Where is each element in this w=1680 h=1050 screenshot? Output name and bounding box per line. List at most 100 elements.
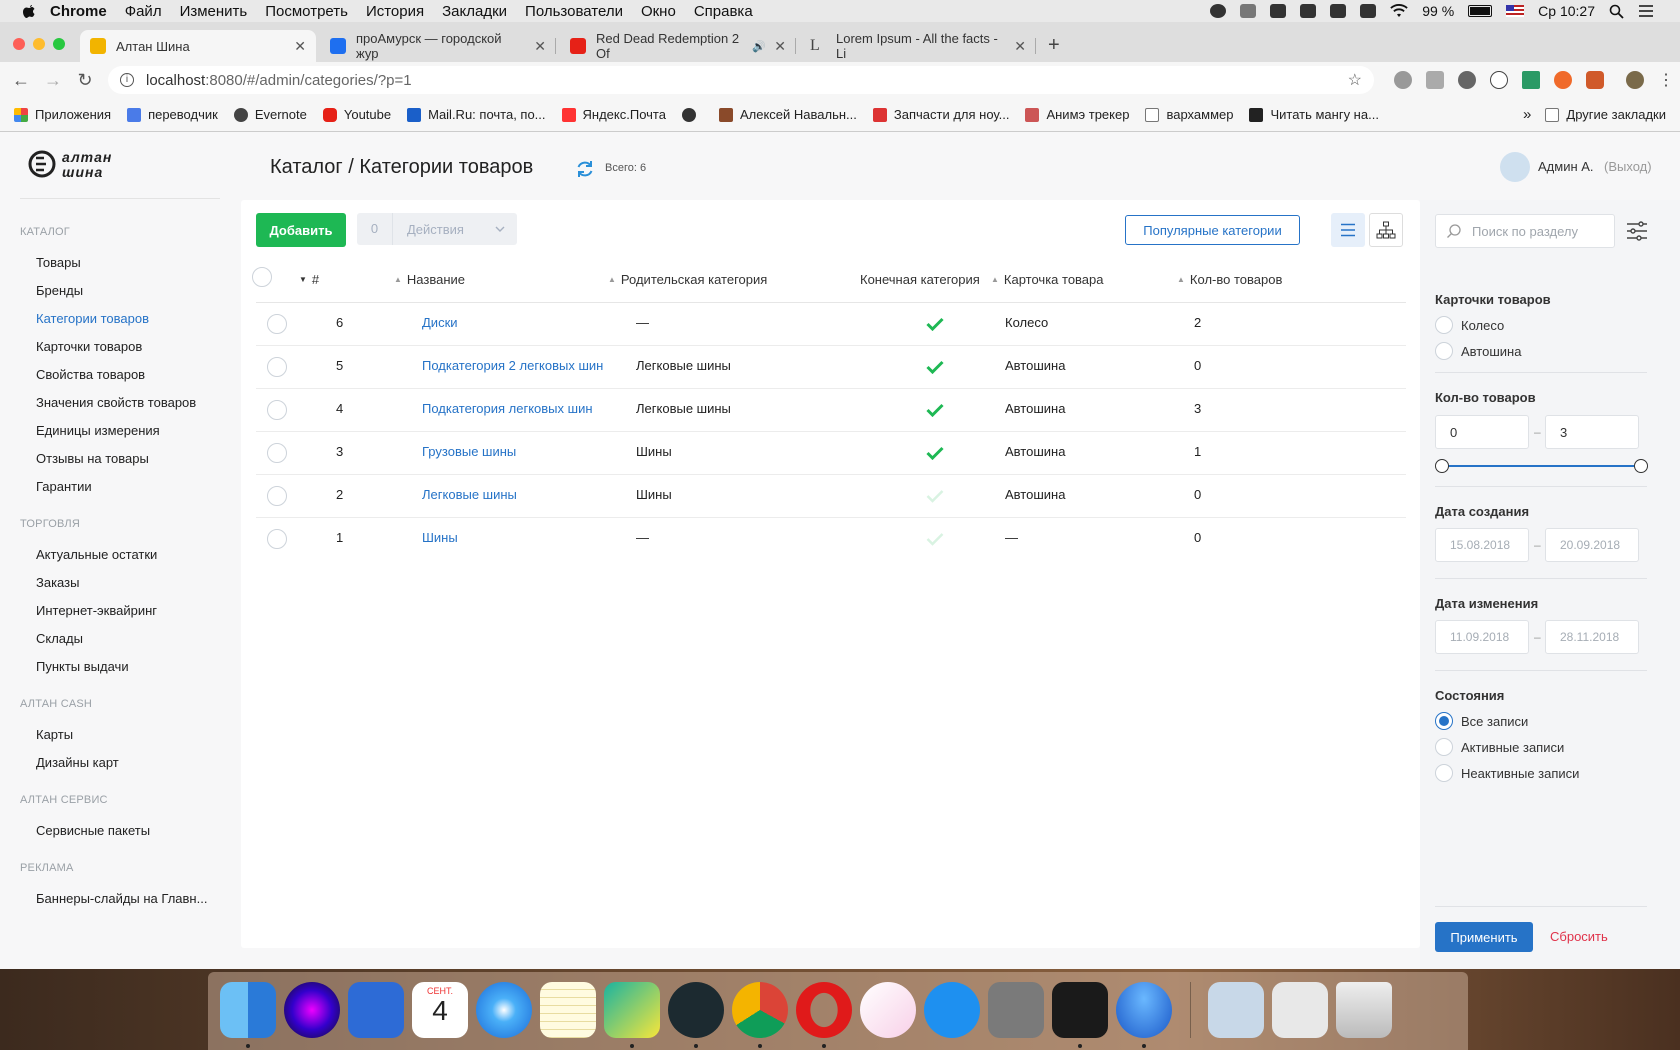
modified-to-input[interactable]: 28.11.2018 [1545,620,1639,654]
column-header-card[interactable]: ▲ Карточка товара [991,272,1104,287]
menu-history[interactable]: История [366,3,424,20]
menu-edit[interactable]: Изменить [180,3,248,20]
window-minimize-button[interactable] [33,38,45,50]
close-icon[interactable]: ✕ [526,38,546,55]
sidebar-item-acquiring[interactable]: Интернет-эквайринг [36,603,157,618]
row-checkbox[interactable] [267,400,287,420]
profile-avatar-icon[interactable] [1626,71,1644,89]
fox-extension-icon[interactable] [1586,71,1604,89]
sidebar-item-reviews[interactable]: Отзывы на товары [36,451,149,466]
menu-bookmarks[interactable]: Закладки [442,3,507,20]
list-view-button[interactable] [1331,213,1365,247]
apple-icon[interactable] [20,3,38,19]
bookmark-star-icon[interactable]: ☆ [1348,70,1362,90]
sidebar-item-warehouses[interactable]: Склады [36,631,83,646]
created-from-input[interactable]: 15.08.2018 [1435,528,1529,562]
bookmark-manga[interactable]: Читать мангу на... [1249,107,1379,122]
filter-settings-icon[interactable] [1626,221,1648,241]
chrome-icon[interactable] [732,982,788,1038]
column-header-parent[interactable]: ▲ Родительская категория [608,272,767,287]
trash-icon[interactable] [1336,982,1392,1038]
browser-tab[interactable]: проАмурск — городской жур ✕ [320,30,556,62]
documents-icon[interactable] [1272,982,1328,1038]
radio-button[interactable] [1435,316,1453,334]
new-tab-button[interactable]: + [1048,34,1060,57]
radio-button-selected[interactable] [1435,712,1453,730]
address-bar[interactable]: i localhost :8080/#/admin/categories/?p=… [108,66,1374,94]
recycle-extension-icon[interactable] [1458,71,1476,89]
clock[interactable]: Ср 10:27 [1538,3,1595,19]
row-checkbox[interactable] [267,529,287,549]
menu-view[interactable]: Посмотреть [265,3,348,20]
table-row[interactable]: 5 Подкатегория 2 легковых шин Легковые ш… [256,346,1406,389]
speaker-icon[interactable]: 🔊 [752,40,766,53]
avatar[interactable] [1500,152,1530,182]
reset-filters-button[interactable]: Сбросить [1550,929,1608,944]
user-name[interactable]: Админ А. [1538,159,1594,174]
siri-icon[interactable] [284,982,340,1038]
system-preferences-icon[interactable] [988,982,1044,1038]
status-whale-icon[interactable] [1330,4,1347,18]
count-to-input[interactable]: 3 [1545,415,1639,449]
flag-us-icon[interactable] [1506,5,1525,17]
adblock-extension-icon[interactable] [1394,71,1412,89]
row-checkbox[interactable] [267,357,287,377]
slider-max-handle[interactable] [1634,459,1648,473]
category-name-link[interactable]: Легковые шины [422,487,517,502]
site-info-icon[interactable]: i [120,73,134,87]
gitkraken-icon[interactable] [668,982,724,1038]
back-icon[interactable]: ← [10,70,32,91]
altan-shina-logo[interactable]: алтан шина [28,148,153,180]
bookmark-laptop-parts[interactable]: Запчасти для ноу... [872,107,1009,122]
yandex-disk-icon[interactable] [1116,982,1172,1038]
table-row[interactable]: 3 Грузовые шины Шины Автошина 1 [256,432,1406,475]
status-bolt-icon[interactable] [1210,4,1227,18]
sidebar-item-stock[interactable]: Актуальные остатки [36,547,157,562]
status-cloud-icon[interactable] [1240,4,1257,18]
menu-window[interactable]: Окно [641,3,676,20]
menu-people[interactable]: Пользователи [525,3,623,20]
wifi-icon[interactable] [1390,4,1408,18]
section-search-input[interactable]: Поиск по разделу [1435,214,1615,248]
battery-icon[interactable] [1468,5,1493,17]
sidebar-item-pickup-points[interactable]: Пункты выдачи [36,659,129,674]
category-name-link[interactable]: Подкатегория легковых шин [422,401,593,416]
bookmarks-more-chevron[interactable]: » [1523,106,1531,123]
webstorm-icon[interactable] [604,982,660,1038]
terminal-icon[interactable] [1052,982,1108,1038]
category-name-link[interactable]: Шины [422,530,458,545]
sidebar-item-products[interactable]: Товары [36,255,81,270]
bookmark-warhammer[interactable]: вархаммер [1145,107,1233,122]
category-name-link[interactable]: Подкатегория 2 легковых шин [422,358,603,373]
refresh-icon[interactable] [574,158,596,180]
menu-app-chrome[interactable]: Chrome [50,3,107,20]
vue-devtools-icon[interactable] [1522,71,1540,89]
table-row[interactable]: 4 Подкатегория легковых шин Легковые шин… [256,389,1406,432]
created-to-input[interactable]: 20.09.2018 [1545,528,1639,562]
safari-icon[interactable] [476,982,532,1038]
state-option-all[interactable]: Все записи [1435,712,1528,730]
status-flower-icon[interactable] [1360,4,1377,18]
chrome-menu-icon[interactable]: ⋮ [1658,70,1674,90]
xcode-icon[interactable] [348,982,404,1038]
add-button[interactable]: Добавить [256,213,346,247]
window-close-button[interactable] [13,38,25,50]
bookmark-apps[interactable]: Приложения [14,107,111,122]
face-extension-icon[interactable] [1490,71,1508,89]
popular-categories-button[interactable]: Популярные категории [1125,215,1300,245]
sidebar-item-categories[interactable]: Категории товаров [36,311,149,326]
sidebar-item-units[interactable]: Единицы измерения [36,423,160,438]
calendar-icon[interactable]: СЕНТ. 4 [412,982,468,1038]
itunes-icon[interactable] [860,982,916,1038]
bookmark-anime-tracker[interactable]: Анимэ трекер [1025,107,1129,122]
menu-help[interactable]: Справка [694,3,753,20]
spotlight-search-icon[interactable] [1609,4,1624,19]
tree-view-button[interactable] [1369,213,1403,247]
finder-icon[interactable] [220,982,276,1038]
forward-icon[interactable]: → [42,70,64,91]
menu-file[interactable]: Файл [125,3,162,20]
modified-from-input[interactable]: 11.09.2018 [1435,620,1529,654]
count-range-slider[interactable] [1442,465,1634,467]
radio-button[interactable] [1435,764,1453,782]
bookmark-yandex-mail[interactable]: Яндекс.Почта [561,107,666,122]
